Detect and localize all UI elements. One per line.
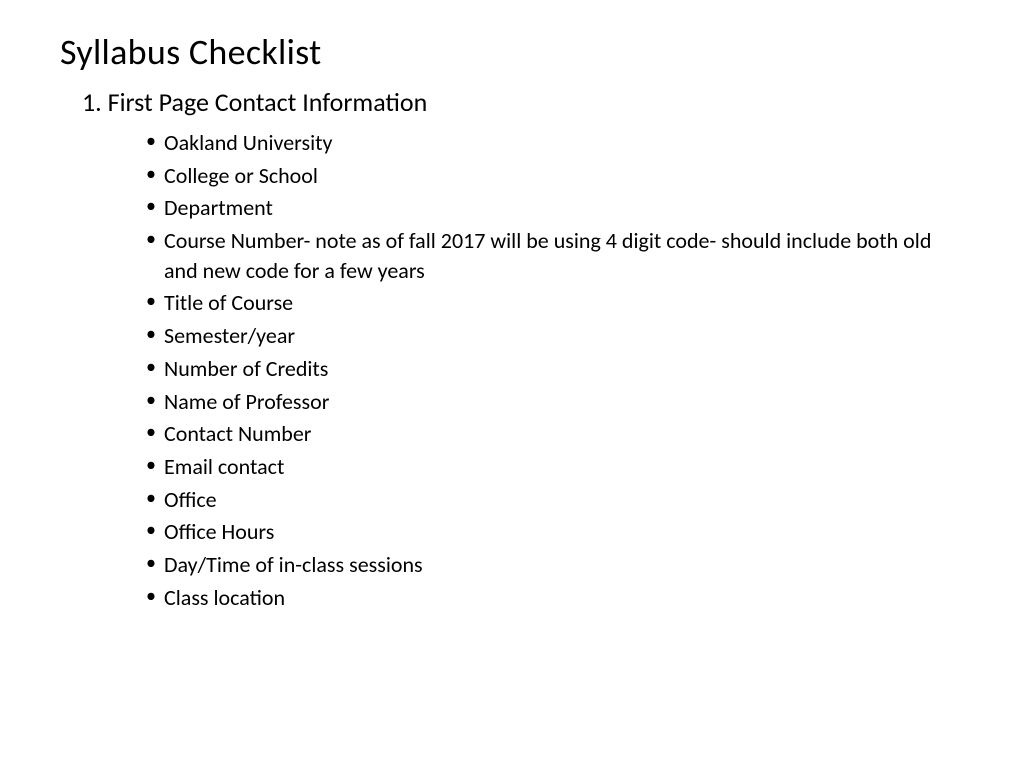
list-item: Semester/year — [146, 321, 964, 351]
list-item: Number of Credits — [146, 354, 964, 384]
list-item: Class location — [146, 583, 964, 613]
list-item: Name of Professor — [146, 387, 964, 417]
list-item: Email contact — [146, 452, 964, 482]
list-item: Contact Number — [146, 419, 964, 449]
list-item: Day/Time of in-class sessions — [146, 550, 964, 580]
list-item: Office Hours — [146, 517, 964, 547]
slide-title: Syllabus Checklist — [60, 30, 964, 74]
list-item: Department — [146, 193, 964, 223]
list-item: College or School — [146, 161, 964, 191]
list-item: Oakland University — [146, 128, 964, 158]
section-heading: 1. First Page Contact Information — [82, 86, 964, 118]
list-item: Title of Course — [146, 288, 964, 318]
list-item: Office — [146, 485, 964, 515]
bullet-list: Oakland University College or School Dep… — [146, 128, 964, 612]
list-item: Course Number- note as of fall 2017 will… — [146, 226, 964, 285]
